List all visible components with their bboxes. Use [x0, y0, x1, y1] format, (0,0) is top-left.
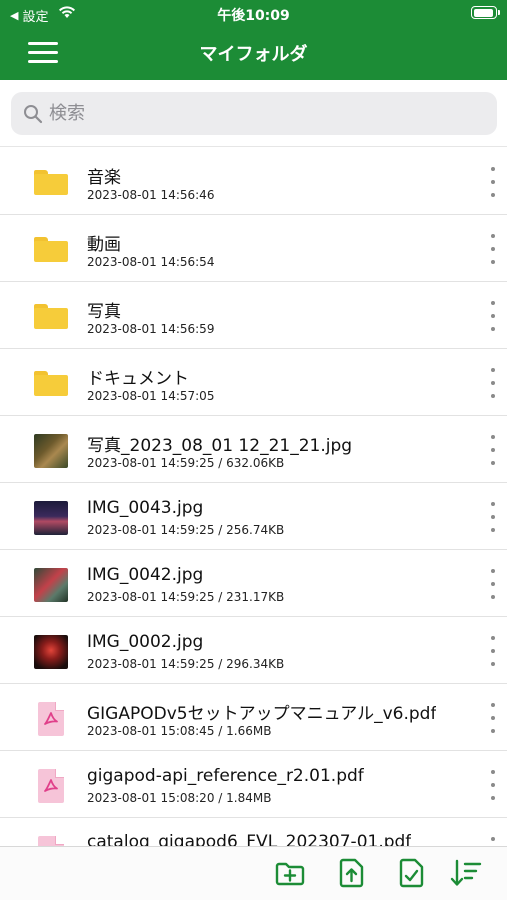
battery-icon — [471, 6, 500, 19]
new-folder-icon — [275, 862, 305, 886]
pdf-icon — [34, 769, 68, 803]
status-bar: ◀ 設定 午後10:09 — [0, 0, 507, 28]
nav-bar: マイフォルダ — [0, 28, 507, 80]
more-options-icon[interactable] — [485, 232, 501, 266]
image-thumbnail — [34, 568, 68, 602]
app: ◀ 設定 午後10:09 マイフォルダ 検索 音楽 2023-08-01 14:… — [0, 0, 507, 900]
folder-icon — [34, 371, 68, 396]
file-meta: 2023-08-01 14:59:25 / 256.74KB — [87, 523, 285, 537]
file-name: 写真_2023_08_01 12_21_21.jpg — [87, 436, 353, 456]
file-meta: 2023-08-01 14:59:25 / 231.17KB — [87, 590, 285, 604]
more-options-icon[interactable] — [485, 165, 501, 199]
more-options-icon[interactable] — [485, 701, 501, 735]
file-row[interactable]: 動画 2023-08-01 14:56:54 — [0, 215, 507, 282]
folder-icon — [34, 170, 68, 195]
file-meta: 2023-08-01 15:08:45 / 1.66MB — [87, 724, 272, 738]
more-options-icon[interactable] — [485, 768, 501, 802]
file-row[interactable]: GIGAPODv5セットアップマニュアル_v6.pdf 2023-08-01 15… — [0, 684, 507, 751]
file-meta: 2023-08-01 15:08:20 / 1.84MB — [87, 791, 272, 805]
file-name: ドキュメント — [87, 369, 189, 389]
file-row[interactable]: gigapod-api_reference_r2.01.pdf 2023-08-0… — [0, 751, 507, 818]
file-row[interactable]: IMG_0042.jpg 2023-08-01 14:59:25 / 231.17… — [0, 550, 507, 617]
file-meta: 2023-08-01 14:56:54 — [87, 255, 215, 269]
file-row[interactable]: catalog_gigapod6_FVL_202307-01.pdf — [0, 818, 507, 846]
page-title: マイフォルダ — [199, 44, 308, 65]
file-name: 写真 — [87, 302, 121, 322]
more-options-icon[interactable] — [485, 299, 501, 333]
search-bar — [0, 80, 507, 147]
file-name: GIGAPODv5セットアップマニュアル_v6.pdf — [87, 704, 437, 724]
select-icon — [399, 858, 424, 888]
status-time: 午後10:09 — [217, 8, 290, 24]
more-options-icon[interactable] — [485, 433, 501, 467]
select-button[interactable] — [396, 857, 428, 889]
file-name: 音楽 — [87, 168, 121, 188]
file-row[interactable]: 写真_2023_08_01 12_21_21.jpg 2023-08-01 14:… — [0, 416, 507, 483]
more-options-icon[interactable] — [485, 366, 501, 400]
sort-icon — [450, 859, 482, 886]
file-name: 動画 — [87, 235, 121, 255]
image-thumbnail — [34, 501, 68, 535]
file-list: 音楽 2023-08-01 14:56:46 動画 2023-08-01 14:56:… — [0, 148, 507, 846]
file-name: gigapod-api_reference_r2.01.pdf — [87, 766, 364, 786]
battery-level — [473, 8, 494, 17]
file-row[interactable]: IMG_0043.jpg 2023-08-01 14:59:25 / 256.74… — [0, 483, 507, 550]
upload-button[interactable] — [336, 857, 368, 889]
more-options-icon[interactable] — [485, 634, 501, 668]
pdf-icon — [34, 836, 68, 846]
header: ◀ 設定 午後10:09 マイフォルダ — [0, 0, 507, 80]
folder-icon — [34, 304, 68, 329]
folder-icon — [34, 237, 68, 262]
file-row[interactable]: 写真 2023-08-01 14:56:59 — [0, 282, 507, 349]
more-options-icon[interactable] — [485, 835, 501, 846]
new-folder-button[interactable] — [274, 857, 306, 889]
file-meta: 2023-08-01 14:57:05 — [87, 389, 215, 403]
file-name: IMG_0042.jpg — [87, 565, 204, 585]
file-row[interactable]: IMG_0002.jpg 2023-08-01 14:59:25 / 296.34… — [0, 617, 507, 684]
file-row[interactable]: ドキュメント 2023-08-01 14:57:05 — [0, 349, 507, 416]
file-meta: 2023-08-01 14:56:46 — [87, 188, 215, 202]
file-row[interactable]: 音楽 2023-08-01 14:56:46 — [0, 148, 507, 215]
image-thumbnail — [34, 635, 68, 669]
more-options-icon[interactable] — [485, 567, 501, 601]
file-meta: 2023-08-01 14:56:59 — [87, 322, 215, 336]
pdf-icon — [34, 702, 68, 736]
search-icon — [24, 104, 43, 123]
file-name: IMG_0002.jpg — [87, 632, 204, 652]
search-field[interactable] — [11, 92, 497, 135]
bottom-toolbar — [0, 846, 507, 900]
sort-button[interactable] — [450, 857, 482, 889]
file-name: catalog_gigapod6_FVL_202307-01.pdf — [87, 832, 412, 846]
upload-icon — [339, 858, 364, 888]
image-thumbnail — [34, 434, 68, 468]
more-options-icon[interactable] — [485, 500, 501, 534]
file-name: IMG_0043.jpg — [87, 498, 204, 518]
file-meta: 2023-08-01 14:59:25 / 632.06KB — [87, 456, 285, 470]
search-input[interactable] — [49, 103, 449, 124]
file-meta: 2023-08-01 14:59:25 / 296.34KB — [87, 657, 285, 671]
